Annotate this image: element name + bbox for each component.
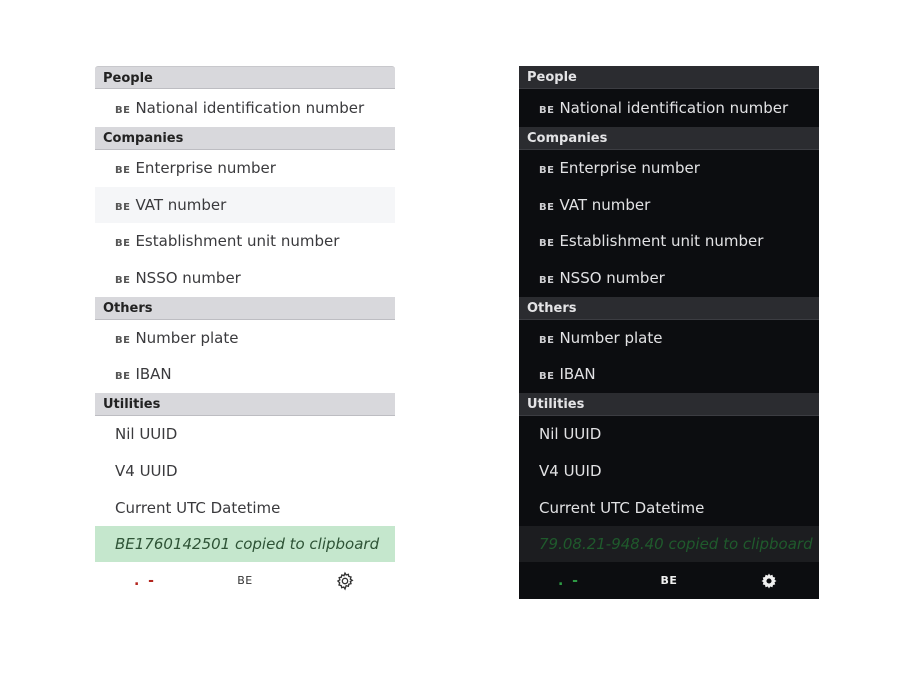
dark-theme-panel: People BE National identification number …	[519, 66, 819, 600]
country-selector-button[interactable]: BE	[619, 562, 719, 599]
country-flag-label: BE	[115, 238, 131, 250]
settings-button[interactable]	[719, 562, 819, 599]
item-label: Number plate	[135, 328, 239, 347]
item-label: VAT number	[135, 195, 227, 214]
item-label: Number plate	[559, 328, 663, 347]
section-header-others: Others	[519, 296, 819, 320]
country-flag-label: BE	[539, 334, 555, 346]
item-label: Establishment unit number	[135, 232, 340, 251]
item-current-utc-datetime[interactable]: Current UTC Datetime	[95, 490, 395, 527]
item-label: V4 UUID	[539, 461, 602, 480]
section-header-people: People	[95, 66, 395, 89]
item-label: Nil UUID	[115, 425, 178, 444]
item-enterprise-number[interactable]: BE Enterprise number	[95, 150, 395, 187]
status-button[interactable]: . -	[519, 562, 619, 599]
section-header-companies: Companies	[519, 127, 819, 150]
item-v4-uuid[interactable]: V4 UUID	[519, 453, 819, 490]
item-label: NSSO number	[135, 269, 241, 288]
section-header-others: Others	[95, 296, 395, 320]
item-label: Nil UUID	[539, 425, 602, 444]
item-label: IBAN	[559, 365, 596, 384]
gear-icon	[335, 571, 355, 591]
item-establishment-unit-number[interactable]: BE Establishment unit number	[95, 223, 395, 260]
item-iban[interactable]: BE IBAN	[95, 356, 395, 393]
item-number-plate[interactable]: BE Number plate	[519, 320, 819, 357]
item-label: NSSO number	[559, 269, 665, 288]
country-selector-button[interactable]: BE	[195, 562, 295, 599]
item-nil-uuid[interactable]: Nil UUID	[95, 416, 395, 453]
item-label: National identification number	[559, 99, 789, 117]
item-label: VAT number	[559, 195, 651, 214]
status-button[interactable]: . -	[95, 562, 195, 599]
item-vat-number[interactable]: BE VAT number	[519, 187, 819, 224]
settings-button[interactable]	[295, 562, 395, 599]
item-label: National identification number	[135, 99, 365, 117]
section-header-people: People	[519, 66, 819, 89]
country-flag-label: BE	[539, 201, 555, 213]
item-national-identification-number[interactable]: BE National identification number	[95, 89, 395, 127]
country-flag-label: BE	[539, 165, 555, 176]
item-label: Establishment unit number	[559, 232, 764, 251]
item-v4-uuid[interactable]: V4 UUID	[95, 453, 395, 490]
copied-toast: 79.08.21-948.40 copied to clipboard	[519, 526, 819, 563]
section-header-companies: Companies	[95, 127, 395, 150]
copied-toast: BE1760142501 copied to clipboard	[95, 526, 395, 563]
item-nsso-number[interactable]: BE NSSO number	[95, 260, 395, 297]
item-vat-number[interactable]: BE VAT number	[95, 186, 395, 224]
gear-icon	[760, 572, 778, 590]
item-establishment-unit-number[interactable]: BE Establishment unit number	[519, 223, 819, 260]
country-flag-label: BE	[539, 275, 555, 287]
section-header-utilities: Utilities	[519, 393, 819, 417]
country-flag-label: BE	[539, 105, 555, 116]
country-flag-label: BE	[115, 165, 131, 176]
status-indicator: . -	[133, 572, 156, 589]
light-theme-panel: People BE National identification number …	[95, 66, 395, 600]
item-iban[interactable]: BE IBAN	[519, 356, 819, 393]
footer-bar: . - BE	[95, 562, 395, 599]
country-flag-label: BE	[115, 275, 131, 287]
footer-bar: . - BE	[519, 562, 819, 600]
item-current-utc-datetime[interactable]: Current UTC Datetime	[519, 490, 819, 527]
country-flag-label: BE	[115, 371, 131, 383]
item-label: V4 UUID	[115, 461, 178, 480]
item-enterprise-number[interactable]: BE Enterprise number	[519, 150, 819, 187]
country-flag-label: BE	[539, 238, 555, 250]
country-flag-label: BE	[539, 371, 555, 383]
country-flag-label: BE	[115, 201, 131, 213]
item-label: Current UTC Datetime	[115, 498, 281, 517]
item-nsso-number[interactable]: BE NSSO number	[519, 260, 819, 297]
item-nil-uuid[interactable]: Nil UUID	[519, 416, 819, 453]
country-flag-label: BE	[115, 105, 131, 116]
country-flag-label: BE	[115, 334, 131, 346]
item-label: IBAN	[135, 365, 172, 384]
item-label: Enterprise number	[135, 159, 276, 177]
item-label: Enterprise number	[559, 159, 700, 177]
item-national-identification-number[interactable]: BE National identification number	[519, 89, 819, 127]
country-code: BE	[237, 574, 253, 588]
section-header-utilities: Utilities	[95, 393, 395, 417]
country-code: BE	[660, 574, 678, 588]
item-number-plate[interactable]: BE Number plate	[95, 320, 395, 357]
item-label: Current UTC Datetime	[539, 498, 705, 517]
status-indicator: . -	[557, 572, 580, 589]
